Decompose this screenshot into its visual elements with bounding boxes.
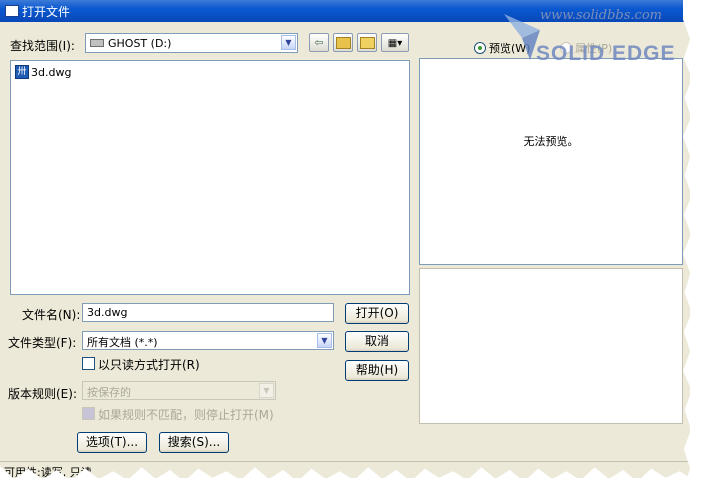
chevron-down-icon[interactable]: ▼ [281,35,296,50]
window-icon [5,5,19,17]
filetype-value: 所有文档 (*.*) [87,336,158,349]
folder-up-icon [335,37,351,49]
preview-radio[interactable] [474,42,486,54]
search-button[interactable]: 搜索(S)... [159,432,229,453]
filename-field[interactable]: 3d.dwg [82,303,334,322]
dwg-file-icon: 卅 [15,65,29,79]
help-button[interactable]: 帮助(H) [345,360,409,381]
cancel-button[interactable]: 取消 [345,331,409,352]
preview-radio-label: 预览(W) [489,42,531,55]
properties-radio[interactable] [560,42,572,54]
preview-message: 无法预览。 [523,135,579,148]
list-item[interactable]: 卅 3d.dwg [15,65,71,79]
chevron-down-icon[interactable]: ▼ [259,383,274,398]
version-combo[interactable]: 按保存的 ▼ [82,381,276,400]
version-label: 版本规则(E): [8,387,77,401]
info-pane [419,268,683,424]
views-button[interactable]: ▦▾ [381,33,409,52]
file-list[interactable]: 卅 3d.dwg [10,60,410,295]
preview-pane: 无法预览。 [419,58,683,265]
file-name: 3d.dwg [31,65,72,79]
chevron-down-icon[interactable]: ▼ [317,333,332,348]
title-bar: 打开文件 [0,0,690,22]
up-folder-button[interactable] [333,33,353,52]
open-button[interactable]: 打开(O) [345,303,409,324]
lookin-combo[interactable]: GHOST (D:) ▼ [85,33,298,53]
lookin-value: GHOST (D:) [108,37,172,50]
drive-icon [90,39,104,47]
version-value: 按保存的 [87,386,131,399]
lookin-label: 查找范围(I): [10,39,75,53]
back-button[interactable]: ⇦ [309,33,329,52]
readonly-label: 以只读方式打开(R) [98,358,200,372]
filename-value: 3d.dwg [87,306,128,319]
stop-on-mismatch-label: 如果规则不匹配，则停止打开(M) [98,408,274,422]
new-folder-icon [359,37,375,49]
stop-on-mismatch-checkbox[interactable] [82,407,95,420]
options-button[interactable]: 选项(T)... [77,432,147,453]
views-menu-icon: ▦▾ [387,38,403,49]
filetype-label: 文件类型(F): [8,336,77,350]
filetype-combo[interactable]: 所有文档 (*.*) ▼ [82,331,334,350]
back-arrow-icon: ⇦ [314,36,324,49]
new-folder-button[interactable] [357,33,377,52]
window-title: 打开文件 [22,5,71,19]
readonly-checkbox[interactable] [82,357,95,370]
properties-radio-label: 属性(P) [575,42,613,55]
filename-label: 文件名(N): [22,308,81,322]
open-file-dialog: 打开文件 查找范围(I): GHOST (D:) ▼ ⇦ ▦▾ 卅 3d.dwg… [0,0,690,478]
